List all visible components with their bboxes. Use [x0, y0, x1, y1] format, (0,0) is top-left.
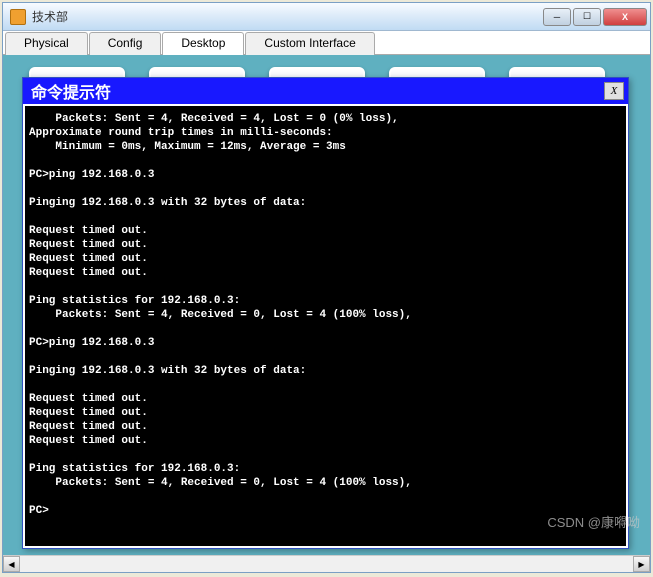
command-prompt-close-button[interactable]: X	[604, 82, 624, 100]
tab-bar: Physical Config Desktop Custom Interface	[3, 31, 650, 55]
horizontal-scrollbar[interactable]: ◀ ▶	[3, 555, 650, 572]
app-icon	[10, 9, 26, 25]
tab-physical[interactable]: Physical	[5, 32, 88, 55]
scroll-right-button[interactable]: ▶	[633, 556, 650, 572]
command-prompt-titlebar[interactable]: 命令提示符 X	[23, 78, 628, 104]
titlebar[interactable]: 技术部 ─ ☐ X	[3, 3, 650, 31]
command-prompt-output[interactable]: Packets: Sent = 4, Received = 4, Lost = …	[25, 106, 626, 546]
window-title: 技术部	[30, 8, 543, 25]
command-prompt-window: 命令提示符 X Packets: Sent = 4, Received = 4,…	[22, 77, 629, 549]
scroll-track[interactable]	[20, 556, 633, 572]
maximize-button[interactable]: ☐	[573, 8, 601, 26]
command-prompt-title: 命令提示符	[27, 79, 604, 103]
tab-desktop[interactable]: Desktop	[162, 32, 244, 55]
desktop-content: 命令提示符 X Packets: Sent = 4, Received = 4,…	[3, 55, 650, 555]
tab-config[interactable]: Config	[89, 32, 162, 55]
close-button[interactable]: X	[603, 8, 647, 26]
window-controls: ─ ☐ X	[543, 8, 647, 26]
app-window: 技术部 ─ ☐ X Physical Config Desktop Custom…	[2, 2, 651, 573]
tab-custom-interface[interactable]: Custom Interface	[245, 32, 374, 55]
scroll-left-button[interactable]: ◀	[3, 556, 20, 572]
minimize-button[interactable]: ─	[543, 8, 571, 26]
